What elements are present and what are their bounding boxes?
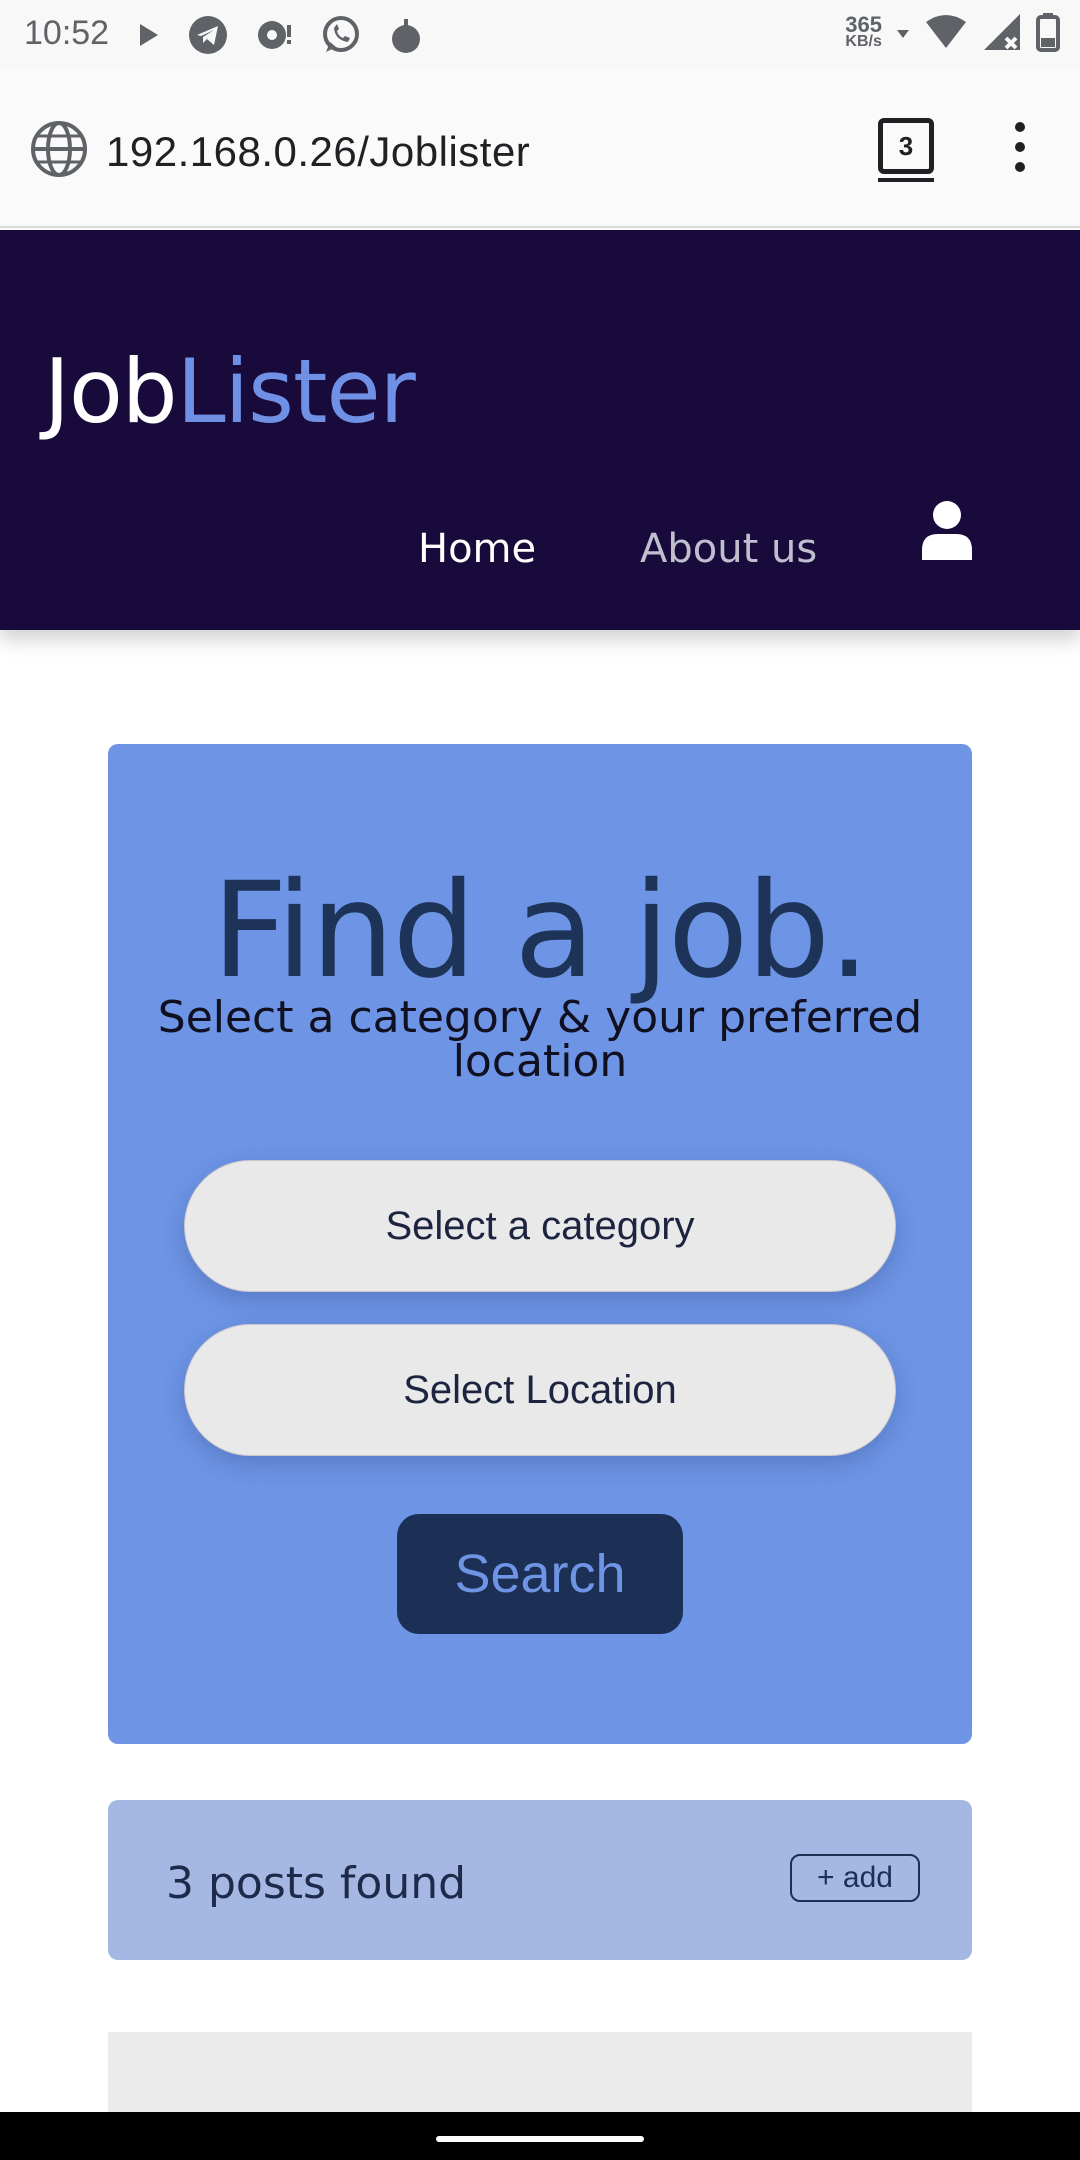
results-count: 3 posts found (166, 1858, 467, 1909)
post-card[interactable] (108, 2032, 972, 2112)
home-gesture-handle[interactable] (436, 2136, 644, 2142)
search-subtitle: Select a category & your preferred locat… (157, 992, 923, 1087)
tab-count: 3 (898, 130, 914, 161)
status-bar: 10:52 365 KB/s (0, 0, 1080, 68)
logo-part-job: Job (44, 340, 178, 443)
status-time: 10:52 (24, 14, 110, 52)
site-header: JobLister Home About us (0, 230, 1080, 630)
category-select-label: Select a category (385, 1203, 695, 1248)
status-icons-left (136, 14, 424, 56)
results-bar: 3 posts found + add (108, 1800, 972, 1960)
notification-icon (258, 21, 291, 49)
wifi-icon (926, 15, 966, 48)
net-speed-unit: KB/s (845, 33, 882, 50)
play-icon (140, 24, 158, 46)
status-icons-right: 365 KB/s (845, 12, 1060, 52)
globe-icon[interactable] (30, 120, 88, 178)
browser-toolbar: 192.168.0.26/Joblister 3 (0, 68, 1080, 228)
more-menu-icon[interactable] (1010, 122, 1030, 178)
site-logo[interactable]: JobLister (44, 340, 416, 443)
add-post-button[interactable]: + add (790, 1854, 920, 1902)
net-speed-value: 365 (845, 12, 882, 37)
location-select[interactable]: Select Location (184, 1324, 896, 1456)
url-field[interactable]: 192.168.0.26/Joblister (106, 128, 530, 176)
search-button-label: Search (454, 1544, 626, 1604)
battery-icon (1036, 13, 1060, 52)
tab-switcher-button[interactable]: 3 (878, 118, 934, 174)
net-speed: 365 KB/s (845, 12, 882, 50)
search-title: Find a job. (211, 854, 870, 1008)
tab-switcher-underline (878, 178, 934, 182)
search-card: Find a job. Select a category & your pre… (108, 744, 972, 1744)
nav-link-about[interactable]: About us (640, 526, 817, 572)
nav-link-home[interactable]: Home (418, 526, 536, 572)
add-post-label: + add (817, 1861, 893, 1894)
whatsapp-icon (323, 16, 359, 52)
user-account-icon[interactable] (920, 500, 974, 562)
signal-icon (984, 14, 1020, 50)
logo-part-lister: Lister (176, 340, 416, 443)
telegram-icon (189, 16, 227, 54)
data-arrows-icon (897, 30, 909, 38)
search-button[interactable]: Search (397, 1514, 683, 1634)
bomb-icon (392, 19, 420, 53)
location-select-label: Select Location (403, 1367, 677, 1412)
category-select[interactable]: Select a category (184, 1160, 896, 1292)
